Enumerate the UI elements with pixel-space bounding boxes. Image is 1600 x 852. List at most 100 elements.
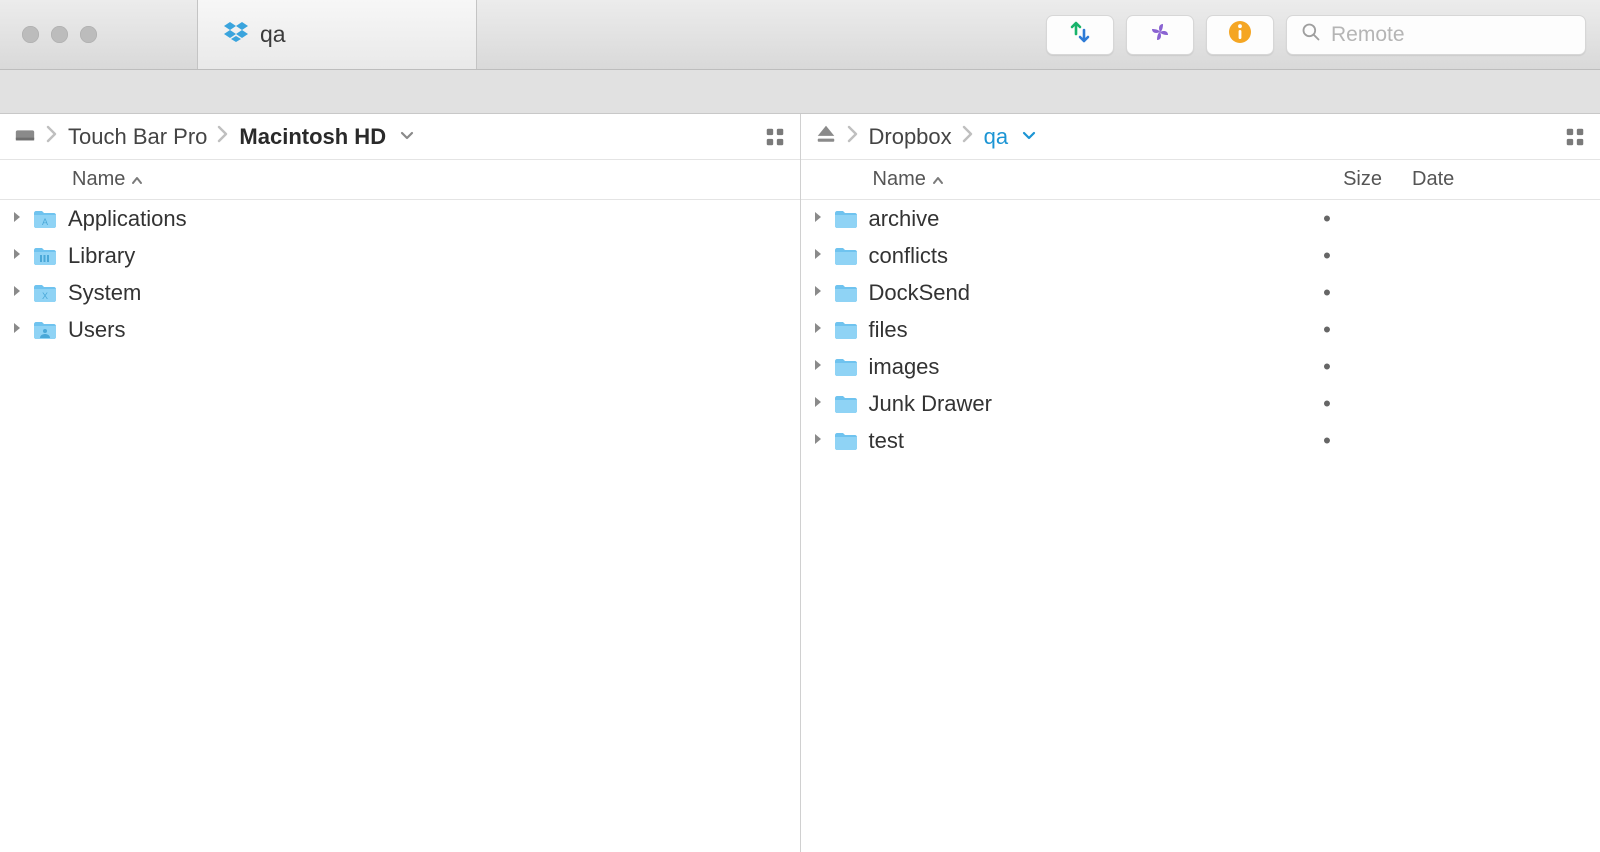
titlebar: qa bbox=[0, 0, 1600, 70]
grid-view-button[interactable] bbox=[1564, 126, 1586, 148]
chevron-right-icon bbox=[46, 125, 58, 149]
tab-qa[interactable]: qa bbox=[197, 0, 477, 69]
file-row[interactable]: images• bbox=[801, 348, 1600, 385]
folder-icon: A bbox=[32, 208, 62, 230]
disclosure-triangle-icon[interactable] bbox=[813, 358, 833, 375]
file-size: • bbox=[1272, 243, 1382, 269]
folder-icon bbox=[833, 282, 863, 304]
file-name: Junk Drawer bbox=[863, 391, 1273, 417]
file-row[interactable]: Junk Drawer• bbox=[801, 385, 1600, 422]
svg-text:X: X bbox=[42, 291, 48, 301]
disclosure-triangle-icon[interactable] bbox=[813, 321, 833, 338]
file-row[interactable]: Users bbox=[0, 311, 800, 348]
file-name: Library bbox=[62, 243, 782, 269]
disclosure-triangle-icon[interactable] bbox=[813, 395, 833, 412]
folder-icon bbox=[32, 319, 62, 341]
toolbar-right bbox=[1046, 15, 1586, 55]
column-name-label: Name bbox=[873, 168, 926, 191]
left-pathbar: Touch Bar Pro Macintosh HD bbox=[0, 114, 800, 160]
chevron-down-icon[interactable] bbox=[400, 128, 414, 146]
right-pane: Dropbox qa Name Size Date archive•confli… bbox=[801, 114, 1600, 852]
breadcrumb-dropbox[interactable]: Dropbox bbox=[869, 124, 952, 150]
tabs: qa bbox=[197, 0, 477, 69]
grid-view-button[interactable] bbox=[764, 126, 786, 148]
file-row[interactable]: X System bbox=[0, 274, 800, 311]
breadcrumb-qa[interactable]: qa bbox=[984, 124, 1008, 150]
disclosure-triangle-icon[interactable] bbox=[813, 247, 833, 264]
file-row[interactable]: test• bbox=[801, 422, 1600, 459]
right-file-list: archive•conflicts•DockSend•files•images•… bbox=[801, 200, 1600, 852]
disclosure-triangle-icon[interactable] bbox=[813, 210, 833, 227]
file-name: files bbox=[863, 317, 1273, 343]
zoom-window-button[interactable] bbox=[80, 26, 97, 43]
column-date[interactable]: Date bbox=[1382, 168, 1582, 191]
right-pathbar: Dropbox qa bbox=[801, 114, 1600, 160]
file-name: Users bbox=[62, 317, 782, 343]
info-button[interactable] bbox=[1206, 15, 1274, 55]
disclosure-triangle-icon[interactable] bbox=[813, 432, 833, 449]
chevron-right-icon bbox=[962, 125, 974, 149]
activity-button[interactable] bbox=[1126, 15, 1194, 55]
folder-icon bbox=[833, 245, 863, 267]
folder-icon bbox=[833, 319, 863, 341]
disclosure-triangle-icon[interactable] bbox=[12, 247, 32, 264]
file-name: DockSend bbox=[863, 280, 1273, 306]
folder-icon: X bbox=[32, 282, 62, 304]
sync-button[interactable] bbox=[1046, 15, 1114, 55]
breadcrumb-touch-bar-pro[interactable]: Touch Bar Pro bbox=[68, 124, 207, 150]
file-row[interactable]: A Applications bbox=[0, 200, 800, 237]
column-name[interactable]: Name bbox=[873, 168, 1273, 191]
chevron-down-icon[interactable] bbox=[1022, 128, 1036, 146]
window-controls bbox=[22, 26, 97, 43]
column-name-label: Name bbox=[72, 168, 125, 191]
search-box[interactable] bbox=[1286, 15, 1586, 55]
folder-icon bbox=[833, 430, 863, 452]
file-row[interactable]: DockSend• bbox=[801, 274, 1600, 311]
sort-asc-icon bbox=[131, 172, 143, 188]
file-size: • bbox=[1272, 354, 1382, 380]
file-name: Applications bbox=[62, 206, 782, 232]
disclosure-triangle-icon[interactable] bbox=[813, 284, 833, 301]
search-input[interactable] bbox=[1331, 23, 1571, 47]
chevron-right-icon bbox=[847, 125, 859, 149]
file-size: • bbox=[1272, 317, 1382, 343]
chevron-right-icon bbox=[217, 125, 229, 149]
secondary-bar bbox=[0, 70, 1600, 114]
minimize-window-button[interactable] bbox=[51, 26, 68, 43]
sync-icon bbox=[1068, 20, 1092, 49]
folder-icon bbox=[32, 245, 62, 267]
file-row[interactable]: Library bbox=[0, 237, 800, 274]
file-row[interactable]: conflicts• bbox=[801, 237, 1600, 274]
disclosure-triangle-icon[interactable] bbox=[12, 210, 32, 227]
file-name: test bbox=[863, 428, 1273, 454]
file-size: • bbox=[1272, 391, 1382, 417]
breadcrumb-macintosh-hd[interactable]: Macintosh HD bbox=[239, 124, 386, 150]
column-name[interactable]: Name bbox=[72, 168, 782, 191]
column-size-label: Size bbox=[1343, 168, 1382, 190]
info-icon bbox=[1228, 20, 1252, 49]
file-row[interactable]: archive• bbox=[801, 200, 1600, 237]
search-icon bbox=[1301, 22, 1321, 47]
left-file-list: A Applications Library X System Users bbox=[0, 200, 800, 852]
eject-icon[interactable] bbox=[815, 123, 837, 150]
file-name: archive bbox=[863, 206, 1273, 232]
disclosure-triangle-icon[interactable] bbox=[12, 284, 32, 301]
column-date-label: Date bbox=[1412, 168, 1454, 190]
disk-icon[interactable] bbox=[14, 123, 36, 150]
file-row[interactable]: files• bbox=[801, 311, 1600, 348]
file-size: • bbox=[1272, 206, 1382, 232]
close-window-button[interactable] bbox=[22, 26, 39, 43]
file-size: • bbox=[1272, 280, 1382, 306]
disclosure-triangle-icon[interactable] bbox=[12, 321, 32, 338]
folder-icon bbox=[833, 356, 863, 378]
pinwheel-icon bbox=[1148, 20, 1172, 49]
main: Touch Bar Pro Macintosh HD Name A Applica… bbox=[0, 114, 1600, 852]
left-pane: Touch Bar Pro Macintosh HD Name A Applica… bbox=[0, 114, 801, 852]
sort-asc-icon bbox=[932, 172, 944, 188]
column-size[interactable]: Size bbox=[1272, 168, 1382, 191]
folder-icon bbox=[833, 393, 863, 415]
file-size: • bbox=[1272, 428, 1382, 454]
file-name: System bbox=[62, 280, 782, 306]
dropbox-icon bbox=[224, 20, 248, 49]
svg-text:A: A bbox=[42, 217, 48, 227]
